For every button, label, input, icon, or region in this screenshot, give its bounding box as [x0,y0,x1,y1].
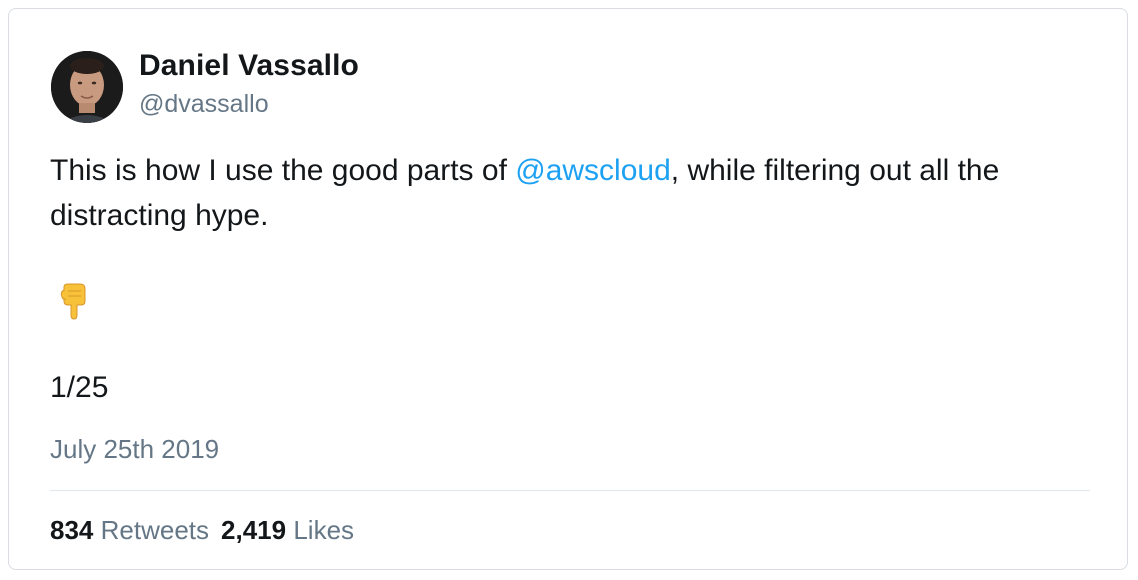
avatar-image [51,51,123,123]
avatar[interactable] [51,51,123,123]
thread-count: 1/25 [50,371,109,404]
tweet-text: This is how I use the good parts of @aws… [50,148,1090,238]
tweet-text-part: This is how I use the good parts of [50,154,516,187]
tweet-card: Daniel Vassallo @dvassallo This is how I… [8,8,1128,570]
likes-stat[interactable]: 2,419 Likes [221,515,354,546]
pointing-down-emoji [60,283,86,320]
likes-label: Likes [293,515,355,545]
tweet-stats: 834 Retweets 2,419 Likes [50,515,366,546]
divider [50,490,1090,491]
retweets-stat[interactable]: 834 Retweets [50,515,209,546]
tweet-date[interactable]: July 25th 2019 [50,434,219,465]
mention-link[interactable]: @awscloud [515,154,671,187]
retweets-label: Retweets [100,515,210,545]
likes-count: 2,419 [221,515,287,545]
retweets-count: 834 [50,515,94,545]
author-handle[interactable]: @dvassallo [139,90,269,119]
author-name[interactable]: Daniel Vassallo [139,49,359,83]
